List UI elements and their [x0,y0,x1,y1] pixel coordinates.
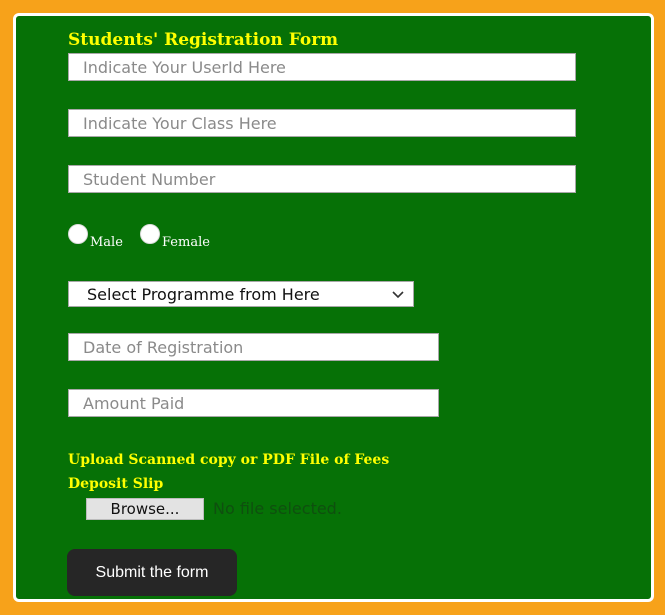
file-status: No file selected. [213,499,342,518]
male-radio[interactable] [68,224,88,244]
male-label: Male [90,235,123,250]
amount-paid-input[interactable] [68,389,439,417]
class-input[interactable] [68,109,576,137]
upload-label: Upload Scanned copy or PDF File of Fees … [68,452,390,492]
date-of-registration-input[interactable] [68,333,439,361]
programme-select-value: Select Programme from Here [87,285,320,304]
female-radio[interactable] [140,224,160,244]
form-title: Students' Registration Form [68,30,339,50]
browse-button[interactable]: Browse... [86,498,204,520]
chevron-down-icon [392,291,404,299]
female-label: Female [162,235,210,250]
submit-button[interactable]: Submit the form [67,549,237,596]
userid-input[interactable] [68,53,576,81]
programme-select[interactable]: Select Programme from Here [68,281,414,307]
student-number-input[interactable] [68,165,576,193]
